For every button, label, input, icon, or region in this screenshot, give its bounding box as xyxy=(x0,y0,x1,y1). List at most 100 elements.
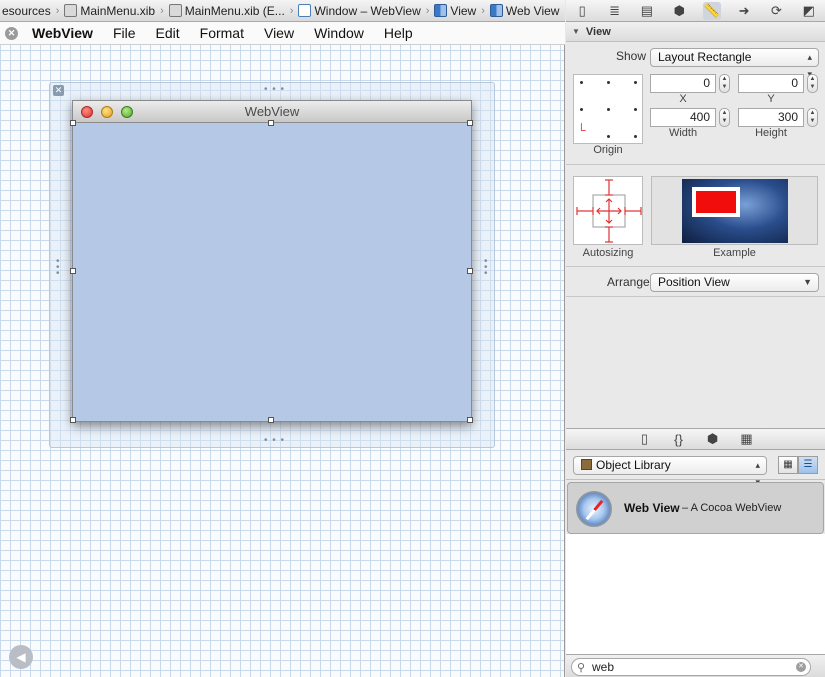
resize-handle[interactable] xyxy=(70,120,76,126)
resize-grip-icon[interactable]: • • • xyxy=(264,436,285,446)
resize-handle[interactable] xyxy=(467,120,473,126)
effects-inspector-icon[interactable]: ◩ xyxy=(800,2,818,20)
breadcrumb-item-mainmenu-xib-english[interactable]: MainMenu.xib (E... xyxy=(167,4,287,18)
breadcrumb-item-view[interactable]: View xyxy=(432,4,478,18)
menu-item-edit[interactable]: Edit xyxy=(146,25,190,41)
library-item-web-view[interactable]: Web View – A Cocoa WebView xyxy=(567,482,824,534)
x-stepper[interactable]: ▲ ▼ xyxy=(719,74,730,93)
origin-point[interactable] xyxy=(634,135,637,138)
window-preview[interactable]: WebView xyxy=(72,100,472,422)
section-title: View xyxy=(585,25,611,38)
app-menu-bar: ✕ WebView File Edit Format View Window H… xyxy=(0,22,565,45)
breadcrumb-item-mainmenu-xib[interactable]: MainMenu.xib xyxy=(62,4,157,18)
library-chooser-value: Object Library xyxy=(596,458,671,472)
arrange-popup-value: Position View xyxy=(658,275,730,289)
breadcrumb-label: MainMenu.xib (E... xyxy=(184,3,285,18)
bindings-inspector-icon[interactable]: ⟳ xyxy=(767,2,785,20)
view-section-header[interactable]: ▼ View xyxy=(566,22,825,42)
menu-item-view[interactable]: View xyxy=(254,25,304,41)
origin-corner-icon[interactable]: └ xyxy=(577,123,586,137)
chevron-right-icon: › xyxy=(289,4,294,17)
origin-selector[interactable]: └ xyxy=(573,74,643,144)
autosizing-control[interactable] xyxy=(573,176,643,245)
origin-point[interactable] xyxy=(634,81,637,84)
file-template-library-icon[interactable]: ▯ xyxy=(636,430,654,448)
identity-inspector-icon[interactable]: ▤ xyxy=(638,2,656,20)
zoom-button-icon[interactable] xyxy=(121,106,133,118)
x-field[interactable]: 0 xyxy=(650,74,716,93)
autosizing-caption: Autosizing xyxy=(582,247,634,259)
view-icon xyxy=(434,4,448,17)
breadcrumb-label: MainMenu.xib xyxy=(80,3,156,18)
breadcrumb-label: Web View xyxy=(505,3,560,18)
disclosure-triangle-icon[interactable]: ▼ xyxy=(572,27,580,36)
icon-view-toggle[interactable]: ▦ xyxy=(778,456,798,474)
show-popup[interactable]: Layout Rectangle ▴▾ xyxy=(650,48,819,79)
view-icon xyxy=(489,4,503,17)
origin-point[interactable] xyxy=(607,135,610,138)
list-view-toggle[interactable]: ☰ xyxy=(798,456,818,474)
resize-handle[interactable] xyxy=(268,417,274,423)
menu-item-help[interactable]: Help xyxy=(374,25,423,41)
size-inspector-icon[interactable]: 📏 xyxy=(702,1,721,20)
attributes-inspector-icon[interactable]: ⬢ xyxy=(670,2,688,20)
width-field[interactable]: 400 xyxy=(650,108,716,127)
menu-item-window[interactable]: Window xyxy=(304,25,374,41)
file-inspector-icon[interactable]: ▯ xyxy=(573,2,591,20)
close-button-icon[interactable] xyxy=(81,106,93,118)
grid-icon: ▦ xyxy=(783,459,793,470)
breadcrumb-item-resources[interactable]: esources xyxy=(0,4,53,18)
code-snippet-library-icon[interactable]: {} xyxy=(670,430,688,448)
resize-handle[interactable] xyxy=(70,268,76,274)
interface-editor-canvas[interactable]: esources › MainMenu.xib › MainMenu.xib (… xyxy=(0,0,565,677)
resize-handle[interactable] xyxy=(467,417,473,423)
height-field[interactable]: 300 xyxy=(738,108,804,127)
window-icon xyxy=(298,4,312,17)
close-icon[interactable]: ✕ xyxy=(53,85,64,96)
divider xyxy=(566,164,825,165)
utilities-inspector: ▯ ≣ ▤ ⬢ 📏 ➜ ⟳ ◩ ▼ View Show Layout Recta… xyxy=(566,0,825,677)
chevron-right-icon: › xyxy=(160,4,164,17)
origin-point[interactable] xyxy=(580,81,583,84)
show-document-outline-button[interactable]: ◀ xyxy=(9,645,33,669)
quick-help-icon[interactable]: ≣ xyxy=(606,2,624,20)
connections-inspector-icon[interactable]: ➜ xyxy=(735,2,753,20)
y-field[interactable]: 0 xyxy=(738,74,804,93)
breadcrumb-item-window[interactable]: Window – WebView xyxy=(296,4,422,18)
resize-handle[interactable] xyxy=(70,417,76,423)
menu-item-file[interactable]: File xyxy=(103,25,146,41)
menu-item-format[interactable]: Format xyxy=(190,25,254,41)
origin-point[interactable] xyxy=(607,108,610,111)
minimize-button-icon[interactable] xyxy=(101,106,113,118)
media-library-icon[interactable]: ▦ xyxy=(738,430,756,448)
breadcrumb-item-web-view[interactable]: Web View xyxy=(488,4,562,18)
arrange-popup[interactable]: Position View ▼ xyxy=(650,273,819,292)
y-stepper[interactable]: ▲ ▼ xyxy=(807,74,818,93)
origin-point[interactable] xyxy=(634,108,637,111)
clear-icon[interactable]: ✕ xyxy=(796,662,806,672)
resize-grip-icon[interactable]: • • • xyxy=(264,85,285,95)
web-view[interactable] xyxy=(73,123,471,421)
divider xyxy=(566,296,825,297)
close-icon[interactable]: ✕ xyxy=(5,26,18,40)
object-library-icon xyxy=(581,459,592,470)
width-stepper[interactable]: ▲ ▼ xyxy=(719,108,730,127)
height-stepper[interactable]: ▲ ▼ xyxy=(807,108,818,127)
example-preview-image xyxy=(682,179,788,243)
menu-item-app[interactable]: WebView xyxy=(32,25,103,41)
resize-grip-icon[interactable]: • • • xyxy=(484,257,488,279)
autosizing-springs-icon[interactable] xyxy=(574,177,644,246)
origin-point[interactable] xyxy=(607,81,610,84)
show-popup-value: Layout Rectangle xyxy=(658,50,752,64)
library-tab-bar: ▯ {} ⬢ ▦ xyxy=(566,428,825,450)
library-filter-field[interactable]: ⚲ web ✕ xyxy=(571,658,811,676)
origin-point[interactable] xyxy=(580,108,583,111)
object-library-icon[interactable]: ⬢ xyxy=(704,430,722,448)
library-chooser-popup[interactable]: Object Library ▴▾ xyxy=(573,456,767,487)
resize-handle[interactable] xyxy=(467,268,473,274)
resize-handle[interactable] xyxy=(268,120,274,126)
width-caption: Width xyxy=(668,127,698,139)
xib-file-icon xyxy=(168,4,182,17)
library-item-title: Web View xyxy=(624,501,680,515)
resize-grip-icon[interactable]: • • • xyxy=(56,257,60,279)
